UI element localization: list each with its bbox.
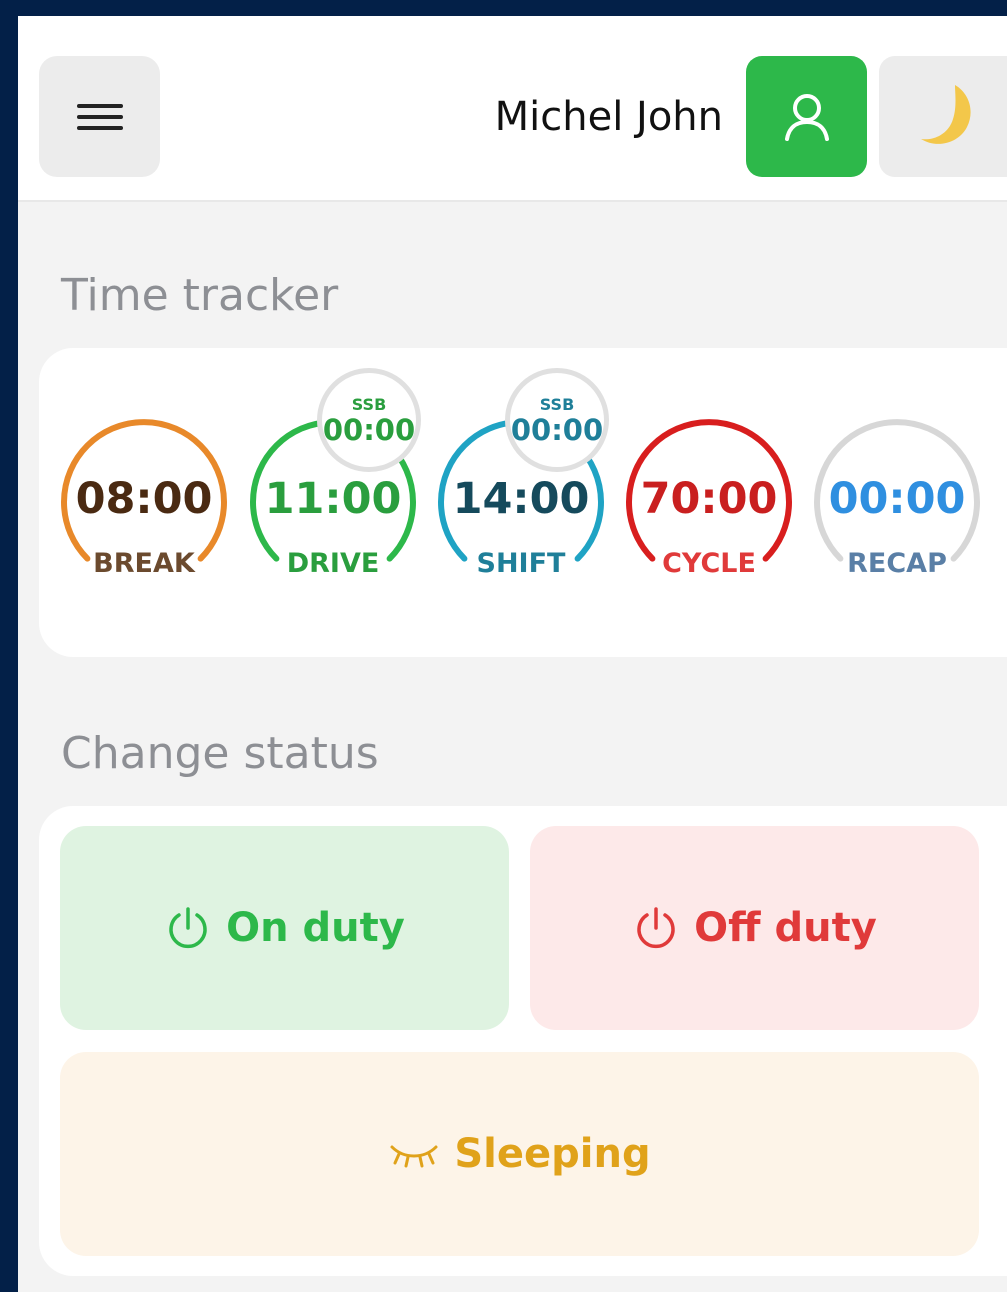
user-name: Michel John [494, 94, 723, 140]
gauge-shift-label: SHIFT [476, 548, 566, 579]
off-duty-label: Off duty [694, 905, 877, 951]
gauge-cycle-label: CYCLE [662, 548, 756, 579]
change-status-title: Change status [61, 728, 379, 779]
off-duty-button[interactable]: Off duty [530, 826, 979, 1030]
app-header: Michel John [18, 8, 1007, 202]
on-duty-button[interactable]: On duty [60, 826, 509, 1030]
gauge-recap: 00:00 RECAP [811, 416, 983, 588]
moon-icon [921, 84, 971, 144]
profile-button[interactable] [746, 56, 867, 177]
gauge-cycle: 70:00 CYCLE [623, 416, 795, 588]
app-screen: Michel John Time tracker 08:00 BREAK 11:00… [18, 8, 1007, 1292]
gauge-drive-value: 11:00 [264, 474, 402, 524]
ssb-drive-label: SSB [351, 395, 387, 414]
gauge-break-label: BREAK [93, 548, 195, 579]
ssb-drive-badge: SSB 00:00 [317, 368, 421, 472]
power-icon [169, 907, 207, 949]
gauge-shift-value: 14:00 [452, 474, 590, 524]
time-tracker-title: Time tracker [61, 270, 339, 321]
sleeping-button[interactable]: Sleeping [60, 1052, 979, 1256]
closed-eye-icon [390, 1145, 438, 1168]
gauge-drive-label: DRIVE [286, 548, 380, 579]
theme-toggle-button[interactable] [879, 56, 1007, 177]
gauge-cycle-value: 70:00 [640, 474, 778, 524]
ssb-shift-label: SSB [539, 395, 575, 414]
hamburger-menu-icon [76, 97, 123, 137]
status-bar [18, 8, 1007, 16]
on-duty-label: On duty [226, 905, 405, 951]
menu-button[interactable] [39, 56, 160, 177]
user-icon [784, 93, 829, 141]
sleeping-label: Sleeping [454, 1131, 651, 1177]
gauge-break: 08:00 BREAK [58, 416, 230, 588]
ssb-shift-badge: SSB 00:00 [505, 368, 609, 472]
gauge-recap-label: RECAP [847, 548, 947, 579]
ssb-shift-value: 00:00 [510, 413, 604, 447]
gauge-recap-value: 00:00 [828, 474, 966, 524]
gauge-break-value: 08:00 [75, 474, 213, 524]
ssb-drive-value: 00:00 [322, 413, 416, 447]
power-icon [637, 907, 675, 949]
